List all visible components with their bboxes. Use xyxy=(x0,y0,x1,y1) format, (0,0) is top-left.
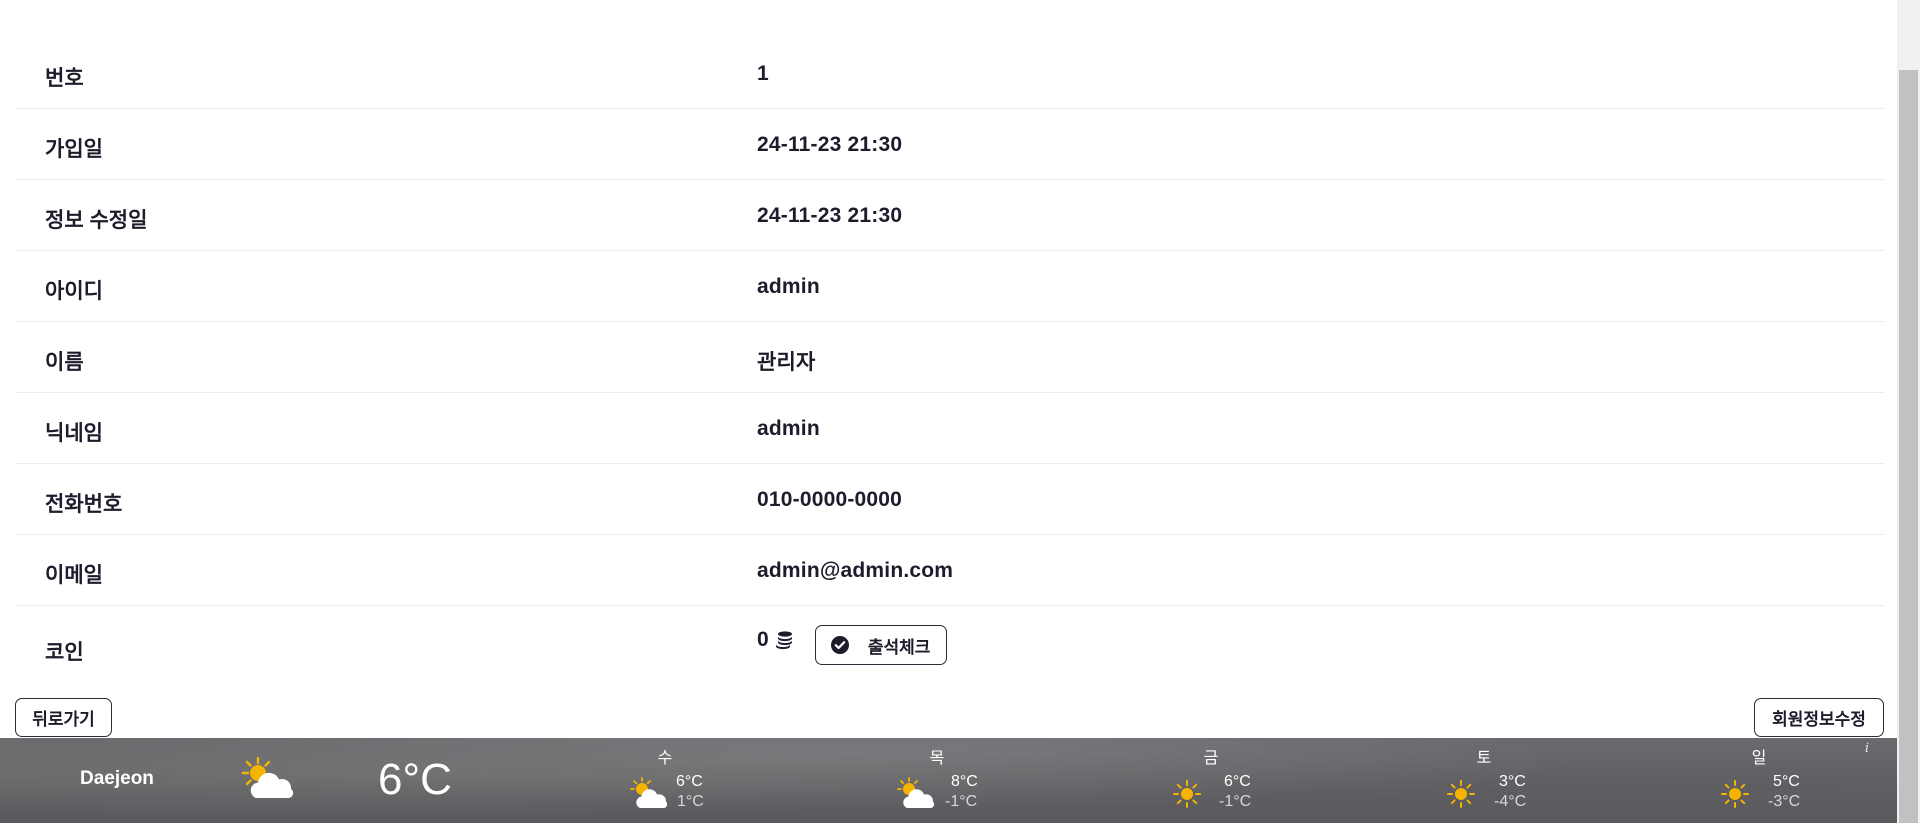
forecast-day-name: 수 xyxy=(657,750,673,767)
sun-icon xyxy=(1721,780,1749,808)
row-label: 가입일 xyxy=(45,138,103,161)
row-label: 이름 xyxy=(45,351,84,374)
attendance-check-label: 출석체크 xyxy=(867,637,931,657)
profile-row-number: 번호 1 xyxy=(15,38,1884,109)
row-value: admin xyxy=(757,275,820,298)
profile-row-joined: 가입일 24-11-23 21:30 xyxy=(15,109,1884,180)
coins-icon xyxy=(775,631,792,650)
scrollbar-thumb[interactable] xyxy=(1899,70,1918,823)
forecast-low: -1°C xyxy=(945,793,978,810)
row-label: 이메일 xyxy=(45,564,103,587)
forecast-day: 토 3°C -4°C xyxy=(1434,738,1534,823)
row-label: 번호 xyxy=(45,67,84,90)
forecast-high: 8°C xyxy=(951,773,978,790)
edit-profile-button[interactable]: 회원정보수정 xyxy=(1754,698,1884,737)
forecast-day-name: 일 xyxy=(1751,750,1767,767)
forecast-day: 금 6°C -1°C xyxy=(1161,738,1261,823)
row-value: admin@admin.com xyxy=(757,559,954,582)
row-value: 24-11-23 21:30 xyxy=(757,133,903,156)
sun-icon xyxy=(1173,780,1201,808)
partly-cloudy-icon xyxy=(897,777,935,808)
profile-row-name: 이름 관리자 xyxy=(15,322,1884,393)
row-label: 코인 xyxy=(45,641,84,664)
profile-table: 번호 1 가입일 24-11-23 21:30 정보 수정일 24-11-23 … xyxy=(15,38,1884,686)
row-value: 010-0000-0000 xyxy=(757,488,903,511)
profile-row-coin: 코인 0 출석체크 xyxy=(15,606,1884,686)
row-label: 아이디 xyxy=(45,280,103,303)
partly-cloudy-icon xyxy=(630,777,668,808)
row-label: 닉네임 xyxy=(45,422,103,445)
profile-row-username: 아이디 admin xyxy=(15,251,1884,322)
forecast-day: 일 5°C -3°C xyxy=(1709,738,1809,823)
forecast-day: 목 8°C -1°C xyxy=(887,738,987,823)
back-button[interactable]: 뒤로가기 xyxy=(15,698,112,737)
vertical-scrollbar[interactable] xyxy=(1897,0,1920,823)
forecast-low: -1°C xyxy=(1219,793,1252,810)
forecast-high: 3°C xyxy=(1499,773,1526,790)
weather-city: Daejeon xyxy=(80,768,154,789)
forecast-day-name: 토 xyxy=(1476,750,1492,767)
forecast-low: -3°C xyxy=(1768,793,1801,810)
info-icon[interactable]: i xyxy=(1865,741,1869,756)
forecast-day-name: 금 xyxy=(1203,750,1219,767)
member-profile-page: 번호 1 가입일 24-11-23 21:30 정보 수정일 24-11-23 … xyxy=(0,0,1920,823)
profile-row-updated: 정보 수정일 24-11-23 21:30 xyxy=(15,180,1884,251)
attendance-check-button[interactable]: 출석체크 xyxy=(814,625,948,665)
sun-icon xyxy=(1447,780,1475,808)
row-value: admin xyxy=(757,417,820,440)
partly-cloudy-icon xyxy=(241,756,294,798)
check-circle-icon xyxy=(830,636,849,654)
forecast-high: 5°C xyxy=(1773,773,1800,790)
row-label: 정보 수정일 xyxy=(45,209,148,232)
forecast-low: 1°C xyxy=(677,793,704,810)
forecast-high: 6°C xyxy=(1224,773,1251,790)
forecast-day: 수 6°C 1°C xyxy=(615,738,715,823)
forecast-day-name: 목 xyxy=(929,750,945,767)
row-value: 24-11-23 21:30 xyxy=(757,204,903,227)
forecast-high: 6°C xyxy=(676,773,703,790)
profile-row-phone: 전화번호 010-0000-0000 xyxy=(15,464,1884,535)
row-label: 전화번호 xyxy=(45,493,123,516)
coin-amount: 0 xyxy=(757,628,769,651)
weather-current-temp: 6°C xyxy=(378,755,452,804)
weather-widget[interactable]: Daejeon 6°C 수 6°C 1°C 목 8°C -1°C 금 6°C -… xyxy=(0,738,1897,823)
forecast-low: -4°C xyxy=(1494,793,1527,810)
row-value: 1 xyxy=(757,62,769,85)
profile-row-nickname: 닉네임 admin xyxy=(15,393,1884,464)
coin-value-group: 0 출석체크 xyxy=(757,625,948,665)
profile-row-email: 이메일 admin@admin.com xyxy=(15,535,1884,606)
row-value: 관리자 xyxy=(757,351,816,374)
